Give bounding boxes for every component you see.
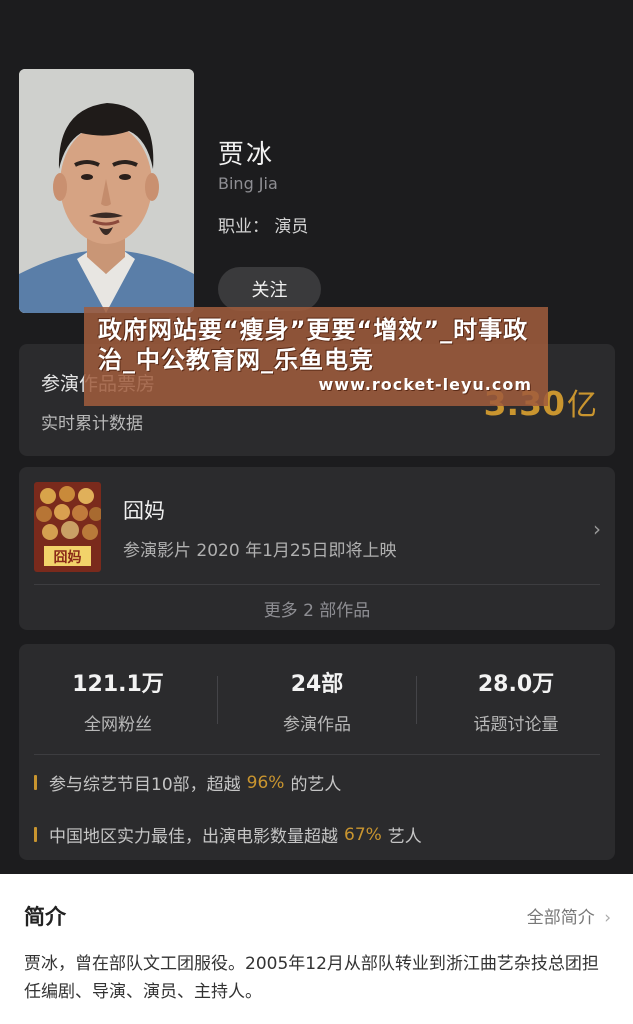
highlight-text-end: 的艺人 xyxy=(290,775,342,795)
watermark-text: 政府网站要“瘦身”更要“增效”_时事政治_中公教育网_乐鱼电竞 xyxy=(98,316,529,374)
chevron-right-icon: › xyxy=(604,908,611,928)
artist-occupation: 职业： 演员 xyxy=(218,217,309,237)
stat-label: 话题讨论量 xyxy=(473,715,559,735)
divider xyxy=(34,584,600,585)
chevron-right-icon[interactable]: › xyxy=(593,517,601,541)
highlight-text: 参与综艺节目10部，超越 xyxy=(49,775,241,795)
box-office-subtitle: 实时累计数据 xyxy=(41,414,143,434)
stat-value: 24部 xyxy=(290,672,344,697)
stat-label: 参演作品 xyxy=(283,715,351,735)
stat-fans: 121.1万 全网粉丝 xyxy=(19,666,217,735)
intro-title: 简介 xyxy=(24,905,66,929)
highlight-films: 中国地区实力最佳，出演电影数量超越 67% 艺人 xyxy=(34,822,422,847)
stat-value: 121.1万 xyxy=(72,672,164,697)
artist-name-english: Bing Jia xyxy=(218,174,278,193)
highlight-text: 中国地区实力最佳，出演电影数量超越 xyxy=(49,827,338,847)
works-card: 囧妈 囧妈 参演影片 2020 年1月25日即将上映 › 更多 2 部作品 xyxy=(19,467,615,630)
artist-name: 贾冰 xyxy=(218,140,275,170)
highlight-percent: 67% xyxy=(344,824,382,845)
work-title[interactable]: 囧妈 xyxy=(123,495,165,525)
stat-topics: 28.0万 话题讨论量 xyxy=(417,666,615,735)
box-office-unit: 亿 xyxy=(567,388,597,423)
watermark-url: www.rocket-leyu.com xyxy=(318,375,532,394)
highlight-percent: 96% xyxy=(246,772,285,793)
divider xyxy=(34,754,600,755)
more-works-link[interactable]: 更多 2 部作品 xyxy=(19,596,615,621)
highlight-bar xyxy=(34,827,37,842)
stats-card: 121.1万 全网粉丝 24部 参演作品 28.0万 话题讨论量 参与综艺节目1… xyxy=(19,644,615,860)
stat-label: 全网粉丝 xyxy=(84,715,152,735)
follow-button[interactable]: 关注 xyxy=(218,267,321,311)
intro-section: 简介 全部简介 › 贾冰，曾在部队文工团服役。2005年12月从部队转业到浙江曲… xyxy=(0,874,633,1024)
highlight-variety: 参与综艺节目10部，超越 96% 的艺人 xyxy=(34,770,341,795)
highlight-text-end: 艺人 xyxy=(387,827,422,847)
poster-title: 囧妈 xyxy=(54,549,82,566)
work-description: 参演影片 2020 年1月25日即将上映 xyxy=(123,541,397,561)
movie-poster[interactable]: 囧妈 xyxy=(34,482,101,572)
highlight-bar xyxy=(34,775,37,790)
full-intro-label: 全部简介 xyxy=(526,908,595,928)
intro-text: 贾冰，曾在部队文工团服役。2005年12月从部队转业到浙江曲艺杂技总团担任编剧、… xyxy=(24,954,599,1002)
stat-value: 28.0万 xyxy=(477,672,555,697)
artist-photo xyxy=(19,69,194,313)
stat-works: 24部 参演作品 xyxy=(218,666,416,735)
full-intro-link[interactable]: 全部简介 › xyxy=(527,903,611,928)
watermark-banner: 政府网站要“瘦身”更要“增效”_时事政治_中公教育网_乐鱼电竞 www.rock… xyxy=(84,307,548,406)
